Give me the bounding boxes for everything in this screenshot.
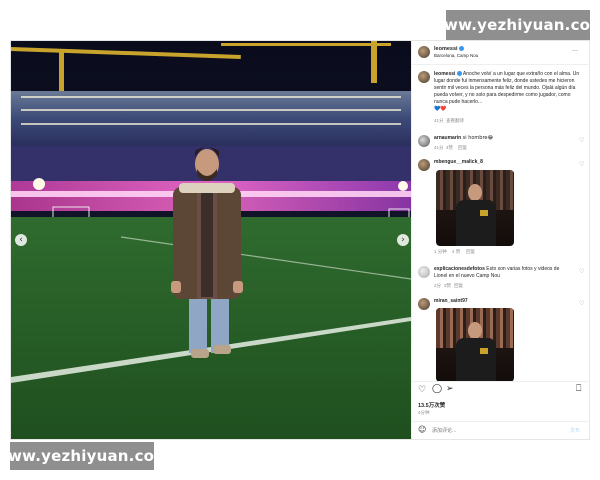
comment-time: 1 分钟 — [434, 249, 447, 254]
carousel-dots — [197, 432, 217, 436]
caption-emojis: 💙❤️ — [434, 106, 447, 112]
caption-avatar[interactable] — [418, 71, 430, 83]
post-location[interactable]: Barcelona, Camp Nou — [434, 53, 478, 59]
comment-avatar[interactable] — [418, 135, 430, 147]
comment-time: 41分 — [434, 145, 444, 150]
verified-badge-icon — [459, 46, 465, 52]
post-comment-button[interactable]: 发布 — [570, 427, 580, 434]
comment-reply-button[interactable]: 回复 — [458, 145, 467, 151]
carousel-prev-button[interactable]: ‹ — [15, 234, 27, 246]
post-header: leomessi Barcelona, Camp Nou ··· — [412, 41, 590, 65]
post-photo[interactable]: ‹ › — [11, 41, 411, 439]
comment-reply-button[interactable]: 回复 — [454, 283, 463, 289]
page: www.yezhiyuan.com ‹ › leomessi Barcelona… — [0, 0, 600, 480]
verified-badge-icon — [456, 71, 462, 77]
bookmark-icon[interactable]: ⎕ — [576, 384, 581, 394]
instagram-post: ‹ › leomessi Barcelona, Camp Nou ··· leo… — [10, 40, 590, 440]
caption-text: Anoche volví a un lugar que extraño con … — [434, 71, 580, 105]
comment-input-bar: ☺ 发布 — [412, 421, 590, 439]
comment-reply-button[interactable]: 回复 — [466, 249, 475, 255]
comment-input[interactable] — [432, 426, 552, 436]
comment-heart-icon[interactable]: ♡ — [579, 268, 584, 275]
header-text: leomessi Barcelona, Camp Nou — [434, 46, 478, 59]
comment-row: mbengue__malick_8 — [434, 159, 574, 166]
likes-count[interactable]: 13.5万次赞 — [418, 401, 445, 409]
comment-row: arnaumarin si hombre😂 — [434, 135, 574, 142]
comment-avatar[interactable] — [418, 266, 430, 278]
comment-text: si hombre😂 — [462, 135, 494, 141]
comment-avatar[interactable] — [418, 298, 430, 310]
caption-username[interactable]: leomessi — [434, 71, 455, 77]
action-bar: ♡ ◯ ➢ ⎕ — [412, 381, 590, 397]
post-time: 4分钟 — [418, 410, 430, 415]
header-more-button[interactable]: ··· — [572, 48, 578, 54]
person-body — [456, 338, 496, 382]
comment-likes: 4赞 — [446, 145, 454, 150]
comment-row: miran_saint97 — [434, 298, 574, 305]
comment-username[interactable]: explicacionesdefotos — [434, 266, 485, 272]
stadium-photo — [11, 41, 411, 439]
watermark-text: www.yezhiyuan.com — [430, 16, 600, 34]
emoji-icon[interactable]: ☺ — [418, 425, 426, 434]
see-translation-link[interactable]: 查看翻译 — [446, 118, 464, 124]
watermark-bottom: www.yezhiyuan.com — [0, 442, 170, 470]
comment-heart-icon[interactable]: ♡ — [579, 161, 584, 168]
comment-likes: 4 赞 — [452, 249, 461, 254]
comment-username[interactable]: mbengue__malick_8 — [434, 159, 483, 165]
watermark-text: www.yezhiyuan.com — [0, 447, 170, 465]
person-head — [468, 322, 482, 339]
crane-right-arm — [221, 43, 391, 46]
author-avatar[interactable] — [418, 46, 430, 58]
comment-username[interactable]: arnaumarin — [434, 135, 461, 141]
post-sidebar: leomessi Barcelona, Camp Nou ··· leomess… — [411, 41, 590, 439]
caption-time: 41分 — [434, 118, 444, 123]
author-username[interactable]: leomessi — [434, 46, 458, 52]
person-head — [468, 184, 482, 201]
watermark-top: www.yezhiyuan.com — [430, 10, 600, 40]
heart-icon[interactable]: ♡ — [418, 385, 426, 395]
shirt-crest — [480, 348, 488, 354]
person-body — [456, 200, 496, 246]
comment-time: 2分 — [434, 283, 442, 288]
crane-right-mast — [371, 41, 377, 83]
caption: leomessi Anoche volví a un lugar que ext… — [434, 71, 584, 113]
comment-avatar[interactable] — [418, 159, 430, 171]
comment-likes: 3赞 — [444, 283, 452, 288]
comment-heart-icon[interactable]: ♡ — [579, 137, 584, 144]
comment-image[interactable] — [436, 308, 514, 382]
comment-row: explicacionesdefotos Esto son varias fot… — [434, 266, 574, 280]
carousel-next-button[interactable]: › — [397, 234, 409, 246]
comment-heart-icon[interactable]: ♡ — [579, 300, 584, 307]
comment-image[interactable] — [436, 170, 514, 246]
comment-username[interactable]: miran_saint97 — [434, 298, 468, 304]
share-icon[interactable]: ➢ — [446, 384, 454, 394]
crane-left-mast — [59, 51, 64, 91]
shirt-crest — [480, 210, 488, 216]
comment-icon[interactable]: ◯ — [432, 384, 442, 394]
